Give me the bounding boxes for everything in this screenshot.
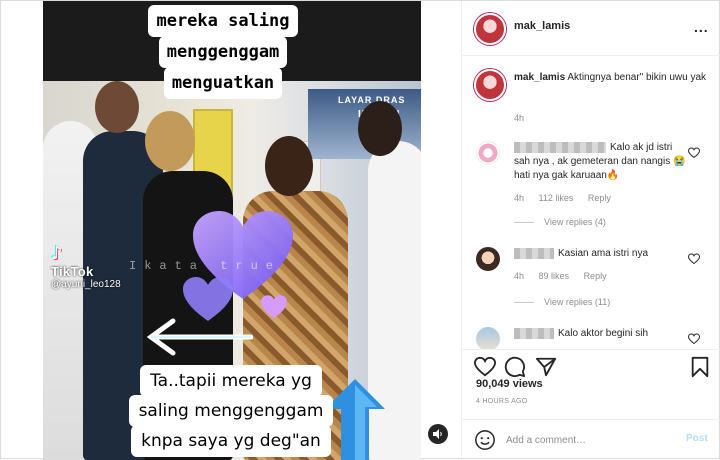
commenter-avatar[interactable]	[476, 327, 500, 349]
comment-body: Kalo ak jd istri sah nya , ak gemeteran …	[514, 141, 689, 183]
post-modal: LAYAR DRAS IKATAN mereka saling menggeng…	[0, 0, 720, 460]
caption-body: Aktingnya benar" bikin uwu yak	[567, 72, 707, 83]
person-4-head	[265, 136, 313, 196]
top-caption-line-3: menguatkan	[163, 67, 283, 99]
post-timestamp[interactable]: 4 HOURS AGO	[476, 398, 528, 405]
author-username[interactable]: mak_lamis	[514, 20, 570, 32]
top-caption-line-1: mereka saling	[148, 5, 298, 37]
post-sidebar: mak_lamis ... mak_lamis Aktingnya benar"…	[461, 1, 720, 460]
bottom-caption-line-3: knpa saya yg deg"an	[131, 425, 331, 457]
speaker-icon	[433, 429, 442, 439]
sound-toggle-button[interactable]	[428, 424, 448, 444]
arrow-left-icon	[146, 318, 253, 356]
like-heart-icon[interactable]	[688, 333, 700, 345]
comment-body: Kalo aktor begini sih	[514, 327, 689, 341]
caption-text: mak_lamis Aktingnya benar" bikin uwu yak	[514, 71, 709, 85]
view-count[interactable]: 90,049 views	[476, 378, 543, 390]
post-header: mak_lamis ...	[462, 1, 720, 56]
bottom-caption-line-2: saling menggenggam	[128, 395, 334, 427]
reply-button[interactable]: Reply	[584, 271, 607, 281]
commenter-avatar[interactable]	[476, 141, 500, 165]
blurred-username	[514, 247, 554, 259]
top-caption-line-2: menggenggam	[158, 36, 288, 68]
post-video[interactable]: LAYAR DRAS IKATAN mereka saling menggeng…	[43, 1, 421, 460]
post-actions: 90,049 views 4 HOURS AGO	[462, 349, 720, 419]
tv-label: LAYAR DRAS	[338, 95, 406, 105]
heart-tiny-icon	[261, 295, 287, 319]
comment-composer: Post	[462, 419, 720, 460]
caption-time: 4h	[514, 113, 525, 123]
comment-text: Kalo aktor begini sih	[558, 328, 649, 339]
comment-icon[interactable]	[504, 356, 526, 378]
comment-body: Kasian ama istri nya	[514, 247, 689, 261]
video-watermark: Ikata true	[129, 259, 282, 273]
like-heart-icon[interactable]	[688, 253, 700, 265]
heart-small-icon	[183, 277, 233, 321]
commenter-avatar[interactable]	[476, 247, 500, 271]
comment-meta: 4h 89 likes Reply	[514, 271, 619, 281]
person-5-head	[358, 101, 402, 156]
tiktok-watermark: ♪ TikTok @ayuni_leo128	[51, 243, 121, 290]
comment-meta: 4h 112 likes Reply	[514, 193, 623, 203]
comments-list[interactable]: mak_lamis Aktingnya benar" bikin uwu yak…	[462, 57, 720, 349]
tiktok-username: @ayuni_leo128	[51, 279, 121, 290]
share-icon[interactable]	[535, 356, 557, 378]
like-heart-icon[interactable]	[688, 147, 700, 159]
comment-likes[interactable]: 112 likes	[539, 193, 574, 203]
bottom-caption-line-1: Ta..tapii mereka yg	[140, 365, 322, 397]
comment-time: 4h	[514, 193, 525, 203]
reply-button[interactable]: Reply	[588, 193, 611, 203]
comment-time: 4h	[514, 271, 525, 281]
video-bottom-caption: Ta..tapii mereka yg saling menggenggam k…	[111, 365, 351, 457]
video-top-caption: mereka saling menggenggam menguatkan	[143, 1, 303, 99]
post-comment-button[interactable]: Post	[686, 433, 708, 444]
caption-username[interactable]: mak_lamis	[514, 72, 565, 83]
view-replies-button[interactable]: View replies (4)	[514, 217, 606, 227]
person-2-head	[95, 81, 139, 133]
person-3-head	[145, 111, 195, 171]
caption-avatar[interactable]	[474, 69, 506, 101]
comment-input[interactable]	[506, 428, 666, 452]
replies-divider	[514, 302, 534, 304]
tiktok-logo-icon: ♪	[51, 243, 63, 264]
save-bookmark-icon[interactable]	[689, 356, 711, 378]
emoji-icon[interactable]	[474, 429, 496, 451]
comment-likes[interactable]: 89 likes	[539, 271, 570, 281]
view-replies-label: View replies (4)	[544, 217, 606, 227]
more-options-icon[interactable]: ...	[694, 19, 709, 35]
replies-divider	[514, 222, 534, 224]
blurred-username	[514, 141, 606, 153]
view-replies-button[interactable]: View replies (11)	[514, 297, 610, 307]
blurred-username	[514, 327, 554, 339]
tiktok-label: TikTok	[51, 264, 94, 279]
like-icon[interactable]	[474, 356, 496, 378]
comment-text: Kasian ama istri nya	[558, 248, 649, 259]
view-replies-label: View replies (11)	[544, 297, 611, 307]
author-avatar[interactable]	[474, 13, 506, 45]
